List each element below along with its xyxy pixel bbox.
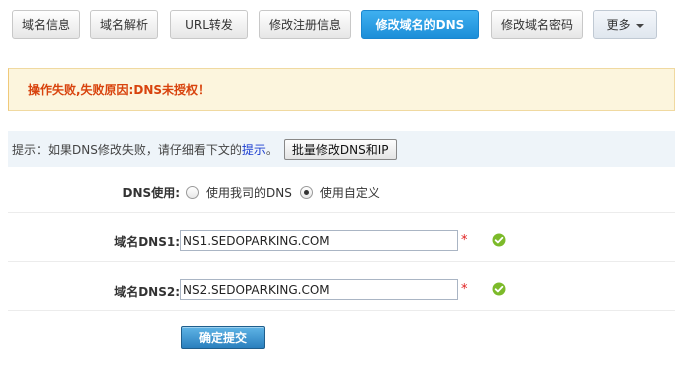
tab-modify-dns[interactable]: 修改域名的DNS [361,10,479,39]
tab-label: 修改域名的DNS [375,18,465,32]
hint-bar: 提示：如果DNS修改失败，请仔细看下文的 提示。 批量修改DNS和IP [8,131,675,167]
dns2-input[interactable] [180,279,458,300]
tab-domain-resolve[interactable]: 域名解析 [90,10,158,39]
dns2-row: 域名DNS2: * [8,262,675,311]
check-circle-icon [492,233,506,247]
dns-usage-row: DNS使用: 使用我司的DNS 使用自定义 [8,167,675,213]
radio-custom-dns[interactable] [299,186,313,199]
dns1-input[interactable] [180,230,458,251]
tab-more[interactable]: 更多 [593,10,657,39]
tab-modify-registration[interactable]: 修改注册信息 [259,10,351,39]
tab-label: 更多 [606,18,631,32]
dns1-label: 域名DNS1: [114,235,180,249]
submit-button[interactable]: 确定提交 [181,326,265,349]
required-mark: * [461,233,468,248]
tab-label: 域名信息 [21,18,70,32]
tab-label: 修改注册信息 [268,18,341,32]
tab-url-forward[interactable]: URL转发 [170,10,248,39]
caret-down-icon [635,23,644,28]
tab-modify-password[interactable]: 修改域名密码 [491,10,583,39]
batch-modify-button[interactable]: 批量修改DNS和IP [283,138,397,160]
error-alert: 操作失败,失败原因:DNS未授权！ [8,68,675,111]
tab-label: 修改域名密码 [500,18,573,32]
error-message: 操作失败,失败原因:DNS未授权！ [28,83,211,97]
dns-usage-options: 使用我司的DNS 使用自定义 [186,184,380,201]
tab-label: 域名解析 [99,18,148,32]
hint-text: 提示：如果DNS修改失败，请仔细看下文的 [12,142,242,157]
dns2-label: 域名DNS2: [114,285,180,299]
radio-custom-dns-label: 使用自定义 [319,186,380,200]
tab-label: URL转发 [185,18,233,32]
radio-company-dns-label: 使用我司的DNS [206,186,292,200]
dns-usage-label: DNS使用: [122,186,180,200]
hint-link[interactable]: 提示 [242,141,266,158]
tab-domain-info[interactable]: 域名信息 [12,10,80,39]
dns1-row: 域名DNS1: * [8,213,675,262]
radio-company-dns[interactable] [186,186,199,199]
hint-suffix: 。 [265,142,278,157]
check-circle-icon [492,282,506,296]
required-mark: * [461,282,468,297]
